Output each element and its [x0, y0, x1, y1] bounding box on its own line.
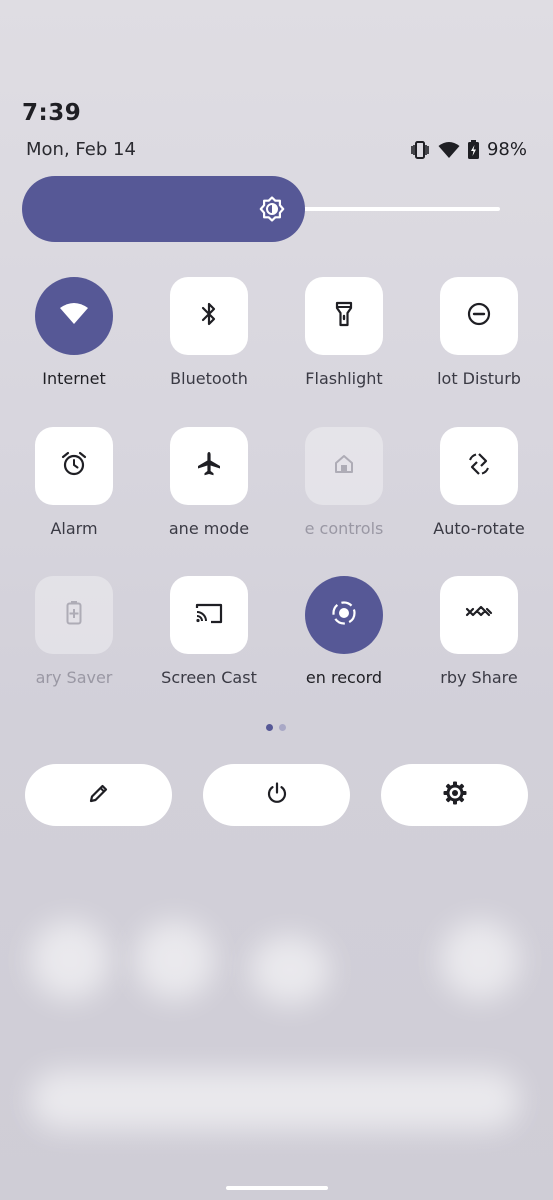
- tile-label: lot Disturb: [437, 369, 521, 388]
- pencil-icon: [88, 782, 110, 808]
- tile-label: Internet: [42, 369, 106, 388]
- do-not-disturb-icon: [466, 301, 492, 331]
- tile-bluetooth[interactable]: [170, 277, 248, 355]
- nearby-share-icon: [465, 603, 493, 627]
- tile-cast[interactable]: [170, 576, 248, 654]
- tile-label: Alarm: [50, 519, 98, 538]
- tile-screen-record[interactable]: [305, 576, 383, 654]
- vibrate-icon: [410, 140, 430, 159]
- tile-nearby-share[interactable]: [440, 576, 518, 654]
- tile-alarm[interactable]: [35, 427, 113, 505]
- clock[interactable]: 7:39: [22, 100, 81, 126]
- tile-label: e controls: [304, 519, 384, 538]
- background-blur: [30, 1070, 520, 1130]
- home-icon: [333, 453, 355, 479]
- cast-icon: [194, 601, 224, 629]
- screen-record-icon: [330, 599, 358, 631]
- bluetooth-icon: [199, 301, 219, 331]
- tile-home[interactable]: [305, 427, 383, 505]
- tile-label: en record: [305, 668, 383, 687]
- battery-charging-icon: [467, 140, 479, 159]
- background-blur: [250, 935, 330, 1005]
- tile-label: ane mode: [168, 519, 250, 538]
- tile-battery-saver[interactable]: [35, 576, 113, 654]
- background-blur: [440, 920, 520, 1000]
- wifi-icon: [438, 141, 460, 159]
- power-button[interactable]: [203, 764, 350, 826]
- tile-label: Screen Cast: [161, 668, 257, 687]
- brightness-fill[interactable]: [22, 176, 305, 242]
- brightness-icon: [259, 196, 285, 226]
- brightness-track: [282, 207, 500, 211]
- tile-label: Auto-rotate: [433, 519, 525, 538]
- power-icon: [265, 781, 289, 809]
- edit-button[interactable]: [25, 764, 172, 826]
- tile-auto-rotate[interactable]: [440, 427, 518, 505]
- auto-rotate-icon: [466, 451, 492, 481]
- settings-button[interactable]: [381, 764, 528, 826]
- airplane-icon: [195, 450, 223, 482]
- tile-label: Flashlight: [305, 369, 383, 388]
- tile-flashlight[interactable]: [305, 277, 383, 355]
- flashlight-icon: [335, 301, 353, 331]
- status-icons: 98%: [410, 139, 527, 160]
- gear-icon: [442, 780, 468, 810]
- drag-handle[interactable]: [226, 1186, 328, 1190]
- tile-label: Bluetooth: [170, 369, 248, 388]
- background-blur: [30, 920, 110, 1000]
- battery-saver-icon: [66, 601, 82, 629]
- page-indicator: [266, 724, 286, 731]
- tile-airplane[interactable]: [170, 427, 248, 505]
- background-blur: [135, 920, 215, 1000]
- tile-do-not-disturb[interactable]: [440, 277, 518, 355]
- alarm-icon: [60, 450, 88, 482]
- tile-wifi[interactable]: [35, 277, 113, 355]
- page-dot: [279, 724, 286, 731]
- tile-label: ary Saver: [35, 668, 113, 687]
- wifi-icon: [59, 302, 89, 330]
- battery-percent: 98%: [486, 139, 527, 160]
- date[interactable]: Mon, Feb 14: [26, 139, 136, 160]
- page-dot-active: [266, 724, 273, 731]
- brightness-slider[interactable]: [22, 176, 502, 242]
- tile-label: rby Share: [440, 668, 518, 687]
